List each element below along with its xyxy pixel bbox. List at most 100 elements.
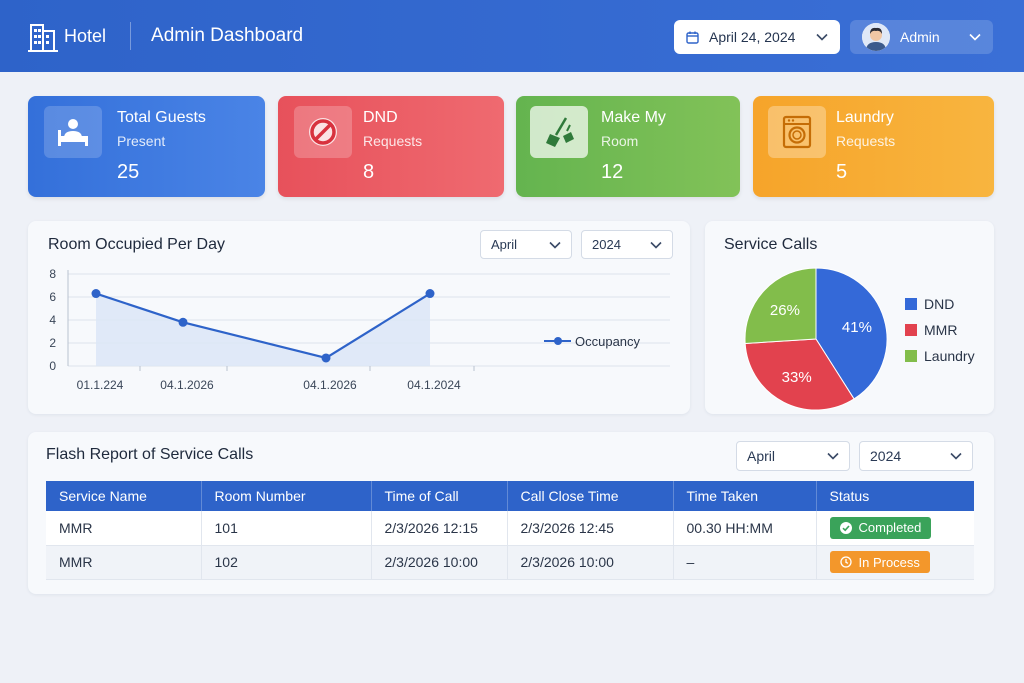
occupancy-area xyxy=(96,293,430,366)
table-cell: MMR xyxy=(46,545,202,580)
calendar-icon xyxy=(686,31,699,44)
column-header[interactable]: Service Name xyxy=(46,481,202,511)
stat-title: Make My xyxy=(601,109,666,126)
service-calls-title: Service Calls xyxy=(724,236,818,253)
report-month-select[interactable]: April xyxy=(736,441,850,471)
stat-title: Total Guests xyxy=(117,109,206,126)
flash-report-title: Flash Report of Service Calls xyxy=(46,446,254,463)
brand[interactable]: Hotel xyxy=(28,19,106,53)
select-value: April xyxy=(491,237,518,252)
slice-percent-label: 33% xyxy=(782,369,812,386)
table-cell: 101 xyxy=(201,511,372,546)
occupancy-year-select[interactable]: 2024 xyxy=(581,230,673,259)
page-title: Admin Dashboard xyxy=(151,25,304,46)
column-header[interactable]: Time of Call xyxy=(371,481,508,511)
slice-percent-label: 41% xyxy=(842,319,872,336)
x-tick-label: 04.1.2026 xyxy=(303,378,357,392)
table-row[interactable]: MMR 101 2/3/2026 12:15 2/3/2026 12:45 00… xyxy=(46,511,974,546)
data-point xyxy=(91,289,101,299)
stat-card-dnd[interactable]: DND Requests 8 xyxy=(278,96,504,197)
stat-card-make-my-room[interactable]: Make My Room 12 xyxy=(516,96,740,197)
column-header[interactable]: Time Taken xyxy=(673,481,817,511)
column-header[interactable]: Room Number xyxy=(201,481,372,511)
status-label: Completed xyxy=(858,520,922,536)
table-row[interactable]: MMR 102 2/3/2026 10:00 2/3/2026 10:00 – … xyxy=(46,545,974,580)
y-tick-label: 2 xyxy=(49,336,56,350)
table-cell: 102 xyxy=(201,545,372,580)
slice-percent-label: 26% xyxy=(770,302,800,319)
stat-card-laundry[interactable]: Laundry Requests 5 xyxy=(753,96,994,197)
brand-name: Hotel xyxy=(64,25,107,46)
table-cell: 2/3/2026 10:00 xyxy=(371,545,508,580)
chevron-down-icon xyxy=(969,33,981,41)
table-cell: 2/3/2026 12:15 xyxy=(371,511,508,546)
occupancy-month-select[interactable]: April xyxy=(480,230,572,259)
y-tick-label: 0 xyxy=(49,359,56,373)
stat-title: DND xyxy=(363,109,398,126)
broom-icon xyxy=(546,117,574,147)
stat-subtitle: Room xyxy=(601,133,639,149)
legend-marker xyxy=(554,337,562,345)
table-cell: 2/3/2026 12:45 xyxy=(507,511,674,546)
select-value: 2024 xyxy=(870,448,902,464)
service-calls-table: Service Name Room Number Time of Call Ca… xyxy=(46,481,974,580)
stat-value: 12 xyxy=(601,161,624,183)
y-tick-label: 8 xyxy=(49,267,56,281)
hotel-building-icon xyxy=(28,24,58,52)
header-divider xyxy=(130,22,132,50)
chevron-down-icon xyxy=(827,452,839,460)
table-cell: Completed xyxy=(816,511,974,546)
report-year-select[interactable]: 2024 xyxy=(859,441,973,471)
table-cell: In Process xyxy=(816,545,974,580)
stat-subtitle: Requests xyxy=(363,133,423,149)
user-name: Admin xyxy=(900,29,940,45)
check-circle-icon xyxy=(839,521,852,534)
status-badge-completed: Completed xyxy=(829,516,932,539)
date-value: April 24, 2024 xyxy=(709,29,796,45)
chevron-down-icon xyxy=(816,33,828,41)
table-cell: – xyxy=(673,545,817,580)
column-header[interactable]: Call Close Time xyxy=(507,481,674,511)
occupancy-line-chart: 0 2 4 6 8 01.1.224 04.1.2026 04.1.2026 04.1.2024… xyxy=(49,267,670,392)
stat-value: 8 xyxy=(363,161,375,183)
select-value: 2024 xyxy=(592,237,621,252)
clock-icon xyxy=(839,556,852,568)
washing-machine-icon xyxy=(782,115,812,149)
table-cell: 00.30 HH:MM xyxy=(673,511,817,546)
x-tick-label: 04.1.2026 xyxy=(160,378,214,392)
chevron-down-icon xyxy=(950,452,962,460)
legend-label: DND xyxy=(924,296,954,312)
user-menu[interactable]: Admin xyxy=(850,20,993,54)
legend-swatch xyxy=(905,298,917,310)
guest-bed-icon xyxy=(58,119,88,146)
data-point xyxy=(425,289,435,299)
table-header-row: Service Name Room Number Time of Call Ca… xyxy=(46,481,974,511)
x-tick-label: 04.1.2024 xyxy=(407,378,461,392)
stat-subtitle: Present xyxy=(117,133,166,149)
select-value: April xyxy=(747,448,776,464)
no-entry-icon xyxy=(309,118,337,146)
data-point xyxy=(178,317,188,327)
x-tick-label: 01.1.224 xyxy=(77,378,124,392)
stat-value: 5 xyxy=(836,161,848,183)
date-picker[interactable]: April 24, 2024 xyxy=(674,20,840,54)
occupancy-title: Room Occupied Per Day xyxy=(48,236,225,253)
legend-swatch xyxy=(905,324,917,336)
chevron-down-icon xyxy=(549,241,561,249)
service-calls-pie-chart: 41% 33% 26% DND MMR Laundry xyxy=(744,267,975,411)
legend-label: MMR xyxy=(924,322,957,338)
legend-label: Laundry xyxy=(924,348,975,364)
table-cell: 2/3/2026 10:00 xyxy=(507,545,674,580)
status-badge-in-process: In Process xyxy=(829,551,930,573)
legend-swatch xyxy=(905,350,917,362)
legend-label: Occupancy xyxy=(575,334,641,349)
avatar xyxy=(862,23,890,51)
column-header[interactable]: Status xyxy=(816,481,974,511)
stat-subtitle: Requests xyxy=(836,133,896,149)
y-tick-label: 4 xyxy=(49,313,56,327)
table-cell: MMR xyxy=(46,511,202,546)
status-label: In Process xyxy=(858,554,920,570)
chevron-down-icon xyxy=(650,241,662,249)
stat-card-total-guests[interactable]: Total Guests Present 25 xyxy=(28,96,265,197)
y-tick-label: 6 xyxy=(49,290,56,304)
